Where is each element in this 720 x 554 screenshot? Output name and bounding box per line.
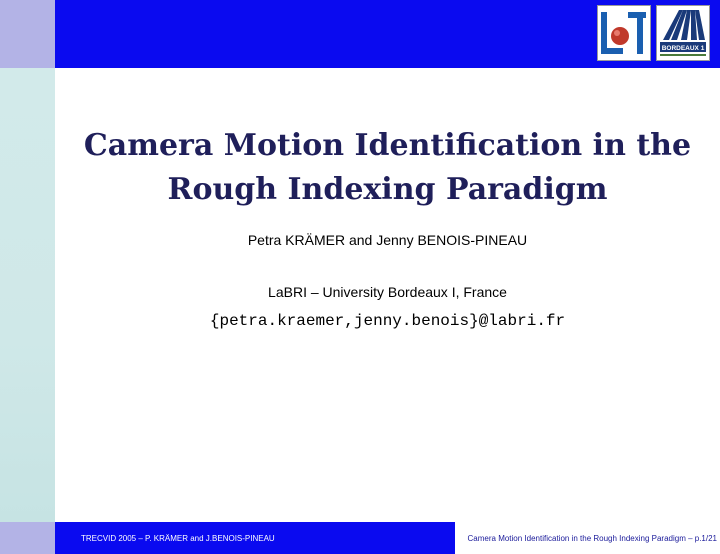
university-bordeaux-logo: BORDEAUX 1 [656, 5, 710, 61]
title-line-2: Rough Indexing Paradigm [167, 172, 608, 207]
left-sidebar-band [0, 68, 55, 522]
corner-bottom-left [0, 522, 55, 554]
email-address: {petra.kraemer,jenny.benois}@labri.fr [209, 312, 566, 330]
footer-left-text: TRECVID 2005 – P. KRÄMER and J.BENOIS-PI… [81, 534, 275, 543]
footer-left: TRECVID 2005 – P. KRÄMER and J.BENOIS-PI… [55, 522, 455, 554]
bordeaux-logo-text: BORDEAUX 1 [662, 45, 705, 52]
labri-logo [597, 5, 651, 61]
authors: Petra KRÄMER and Jenny BENOIS-PINEAU [247, 232, 528, 248]
bordeaux-logo-graphic: BORDEAUX 1 [657, 6, 709, 60]
labri-logo-graphic [598, 6, 650, 60]
corner-top-left [0, 0, 55, 68]
title-line-1: Camera Motion Identification in the [83, 128, 692, 163]
footer-right: Camera Motion Identification in the Roug… [455, 522, 720, 554]
slide-title: Camera Motion Identification in the Roug… [60, 124, 715, 212]
affiliation: LaBRI – University Bordeaux I, France [268, 284, 507, 300]
footer-right-text: Camera Motion Identification in the Roug… [467, 534, 717, 543]
